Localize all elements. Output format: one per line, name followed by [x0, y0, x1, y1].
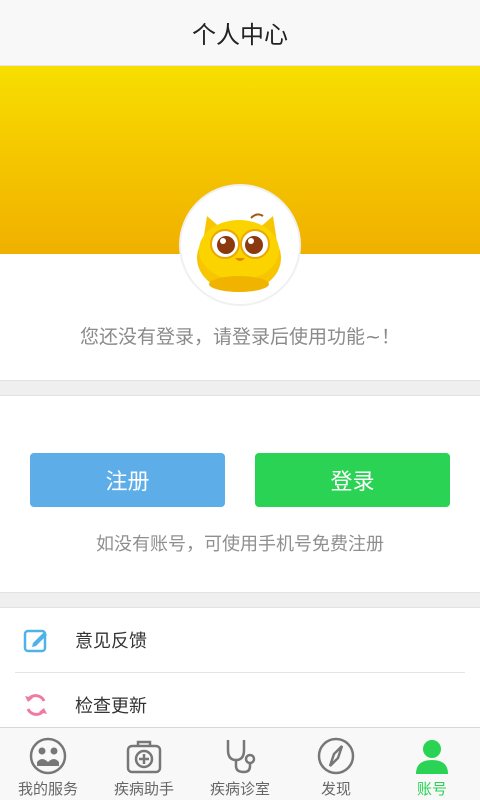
login-hint-text: 您还没有登录，请登录后使用功能~！ — [80, 326, 400, 348]
tab-label: 疾病诊室 — [209, 780, 270, 798]
services-icon — [29, 737, 67, 775]
user-icon — [416, 740, 448, 774]
bottom-tab-bar: 我的服务 疾病助手 疾病诊室 发现 账号 — [0, 727, 480, 800]
tab-label: 发现 — [320, 780, 351, 798]
tab-account[interactable]: 账号 — [384, 728, 480, 800]
tab-my-services[interactable]: 我的服务 — [0, 728, 96, 800]
tab-discover[interactable]: 发现 — [288, 728, 384, 800]
tab-label: 账号 — [416, 780, 447, 798]
section-divider — [0, 380, 480, 396]
menu-item-feedback[interactable]: 意见反馈 — [0, 608, 480, 672]
register-hint-text: 如没有账号，可使用手机号免费注册 — [96, 534, 384, 555]
tab-clinic[interactable]: 疾病诊室 — [192, 728, 288, 800]
menu-item-label: 意见反馈 — [75, 631, 147, 652]
medical-kit-icon — [126, 740, 162, 774]
tab-disease-assistant[interactable]: 疾病助手 — [96, 728, 192, 800]
avatar[interactable] — [179, 184, 301, 306]
tab-label: 我的服务 — [17, 780, 78, 798]
compass-icon — [317, 737, 355, 775]
header-bar: 个人中心 — [0, 0, 480, 66]
login-button[interactable]: 登录 — [255, 453, 450, 507]
register-button[interactable]: 注册 — [30, 453, 225, 507]
refresh-icon — [22, 691, 50, 719]
tab-label: 疾病助手 — [113, 780, 174, 798]
page-title: 个人中心 — [192, 21, 288, 49]
menu-item-label: 检查更新 — [75, 696, 147, 717]
stethoscope-icon — [226, 740, 256, 774]
section-divider — [0, 592, 480, 608]
edit-icon — [22, 626, 50, 654]
owl-mascot-icon — [181, 186, 299, 304]
